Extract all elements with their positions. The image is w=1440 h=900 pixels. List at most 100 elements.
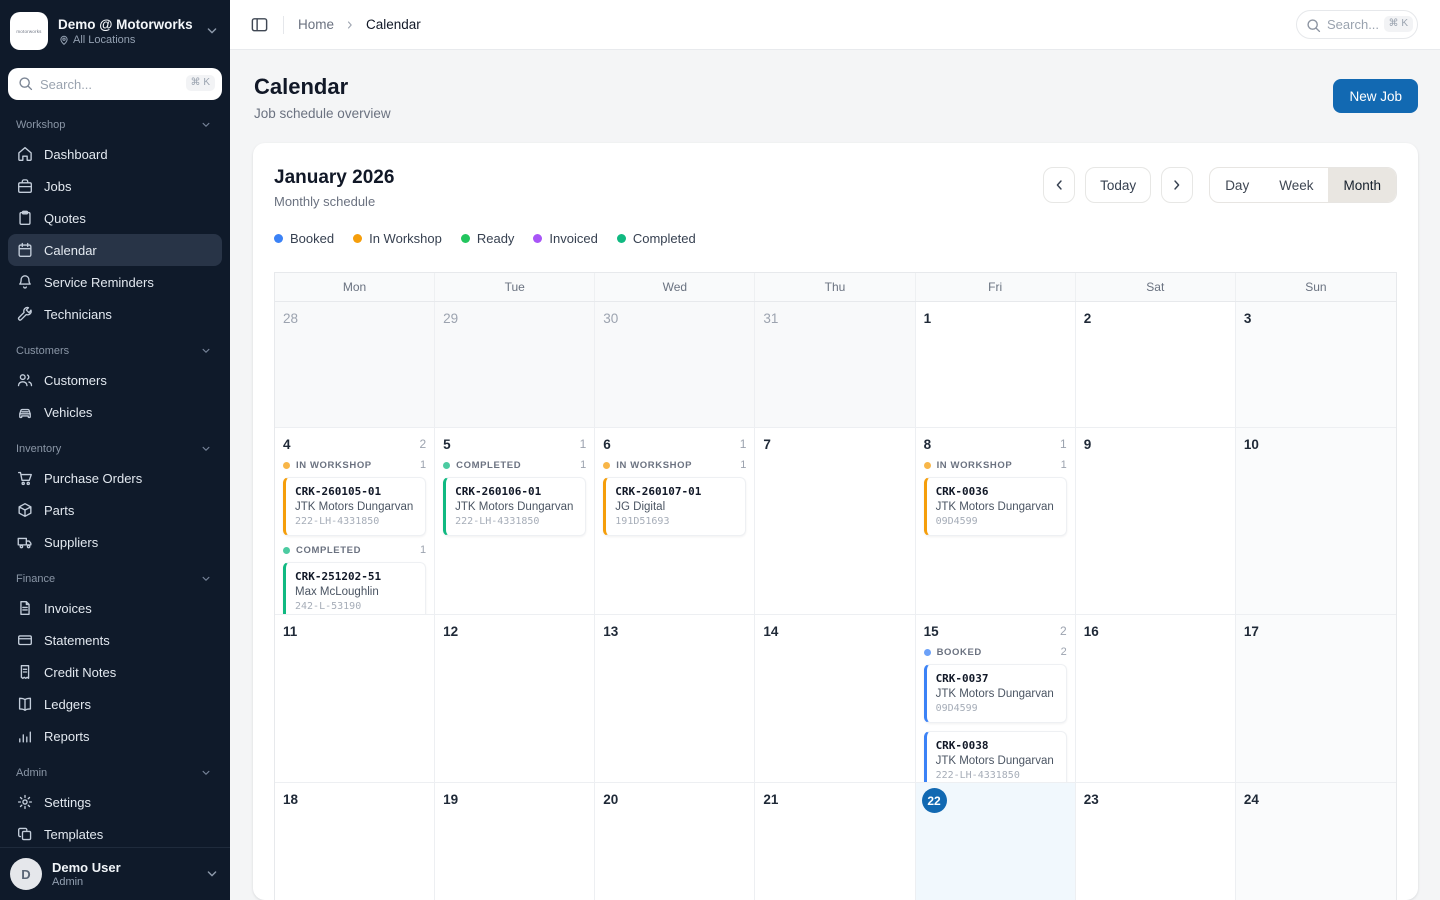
day-cell-header: 17 [1244, 622, 1388, 642]
calendar-day-cell[interactable]: 2 [1076, 302, 1236, 427]
event-card[interactable]: CRK-260106-01JTK Motors Dungarvan222-LH-… [443, 477, 586, 536]
location-pin-icon [58, 34, 70, 46]
calendar-day-cell[interactable]: 152BOOKED2CRK-0037JTK Motors Dungarvan09… [916, 615, 1076, 782]
calendar-day-cell[interactable]: 10 [1236, 428, 1396, 614]
event-job-code: CRK-0036 [936, 485, 1057, 498]
sidebar-item-label: Jobs [44, 179, 71, 194]
legend-dot [274, 234, 283, 243]
sidebar-section-header[interactable]: Admin [8, 752, 222, 786]
calendar-day-cell[interactable]: 28 [275, 302, 435, 427]
bar-chart-icon [16, 727, 34, 745]
today-button[interactable]: Today [1085, 167, 1151, 203]
view-option-month[interactable]: Month [1328, 168, 1396, 202]
calendar-day-cell[interactable]: 24 [1236, 783, 1396, 900]
day-number: 23 [1084, 790, 1099, 807]
sidebar-item-jobs[interactable]: Jobs [8, 170, 222, 202]
calendar-day-cell[interactable]: 7 [755, 428, 915, 614]
sidebar-item-purchase-orders[interactable]: Purchase Orders [8, 462, 222, 494]
calendar-day-cell[interactable]: 51COMPLETED1CRK-260106-01JTK Motors Dung… [435, 428, 595, 614]
calendar-day-cell[interactable]: 30 [595, 302, 755, 427]
org-switcher[interactable]: motorworks Demo @ Motorworks All Locatio… [0, 0, 230, 60]
day-event-count: 1 [580, 435, 587, 451]
gear-icon [16, 793, 34, 811]
avatar: D [10, 858, 42, 890]
calendar-day-cell[interactable]: 18 [275, 783, 435, 900]
day-number: 1 [924, 309, 932, 326]
view-option-week[interactable]: Week [1264, 168, 1328, 202]
sidebar-item-templates[interactable]: Templates [8, 818, 222, 847]
event-group-header: COMPLETED1 [283, 544, 426, 556]
event-card[interactable]: CRK-0037JTK Motors Dungarvan09D4599 [924, 664, 1067, 723]
sidebar-item-label: Statements [44, 633, 110, 648]
legend-label: Completed [633, 231, 696, 246]
day-number: 5 [443, 435, 451, 452]
calendar-day-cell[interactable]: 29 [435, 302, 595, 427]
weekday-header-mon: Mon [275, 273, 435, 301]
calendar-day-cell[interactable]: 14 [755, 615, 915, 782]
day-cell-header: 29 [443, 309, 586, 329]
sidebar-item-vehicles[interactable]: Vehicles [8, 396, 222, 428]
sidebar-item-dashboard[interactable]: Dashboard [8, 138, 222, 170]
sidebar-section: AdminSettingsTemplates [8, 752, 222, 847]
calendar-day-cell[interactable]: 1 [916, 302, 1076, 427]
day-number: 7 [763, 435, 771, 452]
event-card[interactable]: CRK-260105-01JTK Motors Dungarvan222-LH-… [283, 477, 426, 536]
user-menu[interactable]: D Demo User Admin [0, 847, 230, 900]
sidebar-item-ledgers[interactable]: Ledgers [8, 688, 222, 720]
sidebar-item-settings[interactable]: Settings [8, 786, 222, 818]
day-cell-header: 2 [1084, 309, 1227, 329]
sidebar-item-invoices[interactable]: Invoices [8, 592, 222, 624]
event-card[interactable]: CRK-251202-51Max McLoughlin242-L-53190 [283, 562, 426, 614]
calendar-day-cell[interactable]: 16 [1076, 615, 1236, 782]
new-job-button[interactable]: New Job [1333, 79, 1418, 113]
sidebar-item-credit-notes[interactable]: Credit Notes [8, 656, 222, 688]
sidebar-item-quotes[interactable]: Quotes [8, 202, 222, 234]
calendar-day-cell[interactable]: 9 [1076, 428, 1236, 614]
calendar-day-cell[interactable]: 31 [755, 302, 915, 427]
calendar-day-cell[interactable]: 3 [1236, 302, 1396, 427]
event-group-count: 1 [420, 459, 426, 471]
calendar-day-cell[interactable]: 61IN WORKSHOP1CRK-260107-01JG Digital191… [595, 428, 755, 614]
sidebar-item-technicians[interactable]: Technicians [8, 298, 222, 330]
next-month-button[interactable] [1161, 167, 1193, 203]
calendar-day-cell[interactable]: 17 [1236, 615, 1396, 782]
calendar-day-cell[interactable]: 12 [435, 615, 595, 782]
calendar-day-cell[interactable]: 20 [595, 783, 755, 900]
day-cell-header: 23 [1084, 790, 1227, 810]
sidebar-item-service-reminders[interactable]: Service Reminders [8, 266, 222, 298]
sidebar-section-header[interactable]: Customers [8, 330, 222, 364]
day-number: 21 [763, 790, 778, 807]
main-area: Home Calendar ⌘ K Calendar Job schedule … [230, 0, 1440, 900]
sidebar-toggle-button[interactable] [246, 11, 273, 38]
event-job-code: CRK-260106-01 [455, 485, 576, 498]
page-subtitle: Job schedule overview [254, 106, 391, 121]
month-subtitle: Monthly schedule [274, 194, 394, 209]
breadcrumb-home[interactable]: Home [298, 17, 334, 32]
event-card[interactable]: CRK-260107-01JG Digital191D51693 [603, 477, 746, 536]
sidebar-item-label: Vehicles [44, 405, 92, 420]
event-registration: 191D51693 [615, 516, 736, 527]
calendar-day-cell[interactable]: 81IN WORKSHOP1CRK-0036JTK Motors Dungarv… [916, 428, 1076, 614]
sidebar-item-reports[interactable]: Reports [8, 720, 222, 752]
sidebar-section-header[interactable]: Workshop [8, 104, 222, 138]
legend-label: In Workshop [369, 231, 442, 246]
event-card[interactable]: CRK-0036JTK Motors Dungarvan09D4599 [924, 477, 1067, 536]
sidebar-item-suppliers[interactable]: Suppliers [8, 526, 222, 558]
calendar-day-cell[interactable]: 11 [275, 615, 435, 782]
calendar-day-cell[interactable]: 13 [595, 615, 755, 782]
calendar-day-cell[interactable]: 23 [1076, 783, 1236, 900]
sidebar-item-calendar[interactable]: Calendar [8, 234, 222, 266]
copy-icon [16, 825, 34, 843]
view-option-day[interactable]: Day [1210, 168, 1264, 202]
sidebar-section-header[interactable]: Inventory [8, 428, 222, 462]
event-card[interactable]: CRK-0038JTK Motors Dungarvan222-LH-43318… [924, 731, 1067, 782]
sidebar-section-header[interactable]: Finance [8, 558, 222, 592]
calendar-day-cell[interactable]: 19 [435, 783, 595, 900]
calendar-day-cell[interactable]: 21 [755, 783, 915, 900]
sidebar-item-parts[interactable]: Parts [8, 494, 222, 526]
calendar-day-cell[interactable]: 42IN WORKSHOP1CRK-260105-01JTK Motors Du… [275, 428, 435, 614]
prev-month-button[interactable] [1043, 167, 1075, 203]
sidebar-item-statements[interactable]: Statements [8, 624, 222, 656]
sidebar-item-customers[interactable]: Customers [8, 364, 222, 396]
calendar-day-cell[interactable]: 22 [916, 783, 1076, 900]
